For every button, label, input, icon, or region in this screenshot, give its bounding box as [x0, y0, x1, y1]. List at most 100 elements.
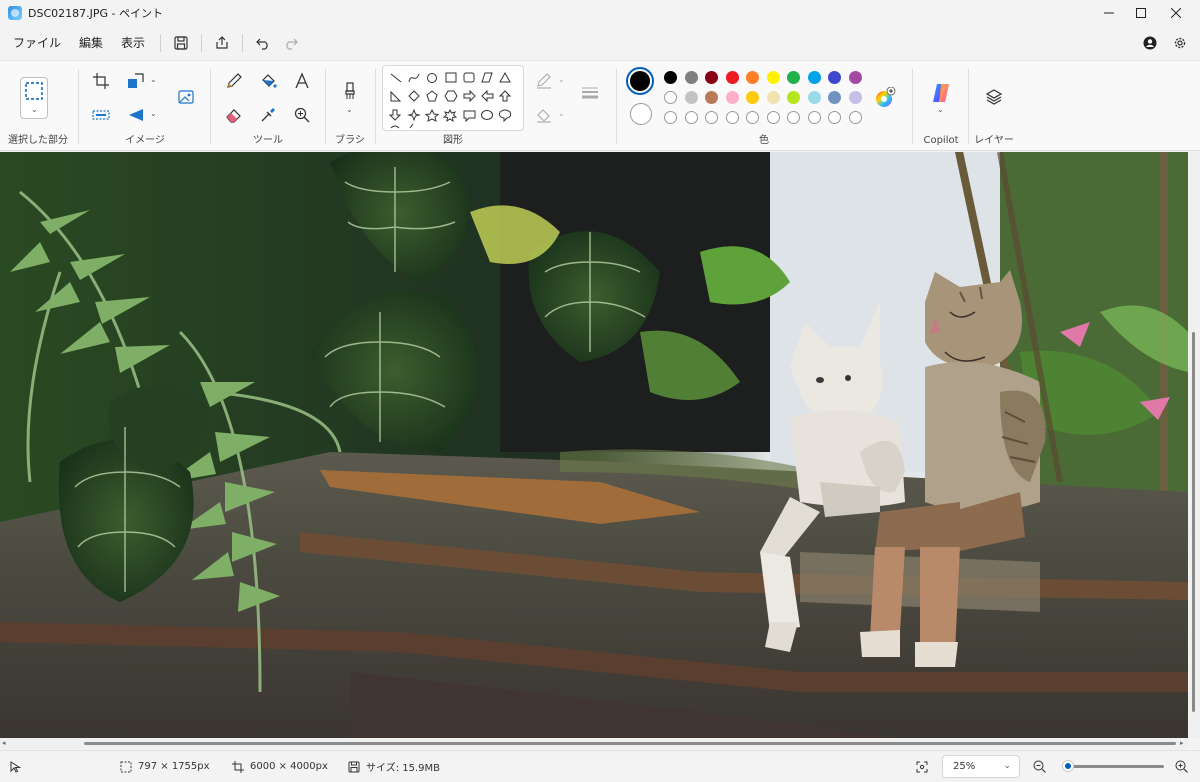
- primary-color-button[interactable]: [626, 67, 654, 95]
- undo-button[interactable]: [249, 30, 277, 56]
- color-swatch[interactable]: [848, 91, 862, 104]
- color-swatch[interactable]: [787, 71, 800, 84]
- custom-color-slot[interactable]: [828, 111, 841, 124]
- menu-separator: [201, 34, 203, 52]
- brushes-button[interactable]: [338, 79, 362, 103]
- zoom-out-button[interactable]: [1033, 751, 1046, 782]
- chevron-down-icon[interactable]: ⌄: [150, 109, 157, 118]
- close-icon: [1171, 8, 1181, 18]
- share-button[interactable]: [208, 30, 236, 56]
- layers-button[interactable]: [982, 85, 1006, 109]
- chevron-down-icon[interactable]: ⌄: [558, 75, 565, 84]
- menu-edit[interactable]: 編集: [70, 30, 112, 56]
- color-wheel-icon: [876, 86, 896, 107]
- chevron-down-icon[interactable]: ⌄: [558, 109, 565, 118]
- edit-colors-button[interactable]: [874, 86, 896, 109]
- crop-button[interactable]: [89, 69, 113, 93]
- custom-color-slot[interactable]: [725, 111, 739, 124]
- color-swatch[interactable]: [705, 91, 718, 104]
- ribbon-divider: [325, 69, 326, 144]
- color-swatch[interactable]: [787, 91, 800, 104]
- custom-color-slot[interactable]: [848, 111, 862, 124]
- color-swatch[interactable]: [746, 91, 759, 104]
- save-button[interactable]: [167, 30, 195, 56]
- brush-icon: [345, 82, 355, 99]
- custom-color-slot[interactable]: [705, 111, 718, 124]
- rotate-button[interactable]: [124, 103, 148, 127]
- zoom-slider[interactable]: [1062, 760, 1164, 772]
- zoom-select[interactable]: 25% ⌄: [942, 755, 1020, 778]
- magnifier-button[interactable]: [290, 103, 314, 127]
- chevron-down-icon: ⌄: [937, 105, 944, 114]
- color-swatch[interactable]: [664, 91, 677, 104]
- shape-outline-button[interactable]: [532, 69, 556, 93]
- account-icon: [1143, 36, 1157, 50]
- pencil-icon: [227, 73, 242, 88]
- vertical-scrollbar[interactable]: [1189, 152, 1200, 738]
- gear-icon: [1174, 37, 1186, 49]
- color-swatch[interactable]: [766, 91, 780, 104]
- close-button[interactable]: [1153, 0, 1199, 26]
- status-bar: 797 × 1755px 6000 × 4000px サイズ: 15.9MB 2…: [0, 750, 1200, 781]
- zoom-slider-thumb[interactable]: [1062, 760, 1074, 772]
- title-bar: DSC02187.JPG - ペイント: [0, 0, 1200, 26]
- remove-background-button[interactable]: [89, 103, 113, 127]
- color-swatch[interactable]: [807, 91, 821, 104]
- copilot-icon: [933, 84, 949, 102]
- custom-color-slot[interactable]: [664, 111, 677, 124]
- text-button[interactable]: [290, 69, 314, 93]
- remove-background-icon: [92, 110, 110, 120]
- image-creator-icon: [178, 90, 194, 104]
- menu-view[interactable]: 表示: [112, 30, 154, 56]
- zoom-in-button[interactable]: [1175, 751, 1188, 782]
- fit-to-window-button[interactable]: [916, 751, 928, 782]
- size-button[interactable]: [578, 81, 602, 105]
- shapes-gallery[interactable]: [382, 65, 524, 131]
- color-swatch[interactable]: [766, 71, 780, 84]
- scroll-right-icon[interactable]: ▸: [1180, 739, 1184, 747]
- image-group-label: イメージ: [125, 135, 165, 146]
- undo-icon: [256, 38, 268, 50]
- layers-group-label: レイヤー: [974, 135, 1014, 146]
- menu-file[interactable]: ファイル: [4, 30, 70, 56]
- scroll-left-icon[interactable]: ◂: [2, 739, 6, 747]
- color-swatch[interactable]: [746, 71, 759, 84]
- copilot-button[interactable]: ⌄: [929, 81, 953, 114]
- vertical-scroll-thumb[interactable]: [1192, 332, 1195, 712]
- image-creator-button[interactable]: [174, 85, 198, 109]
- color-swatch[interactable]: [807, 71, 821, 84]
- color-swatch[interactable]: [828, 91, 841, 104]
- chevron-down-icon[interactable]: ⌄: [346, 105, 353, 114]
- redo-button[interactable]: [277, 30, 305, 56]
- custom-color-slot[interactable]: [807, 111, 821, 124]
- color-swatch[interactable]: [664, 71, 677, 84]
- color-swatch[interactable]: [725, 71, 739, 84]
- color-swatch[interactable]: [725, 91, 739, 104]
- secondary-color-button[interactable]: [630, 103, 652, 125]
- color-swatch[interactable]: [828, 71, 841, 84]
- drawing-canvas[interactable]: [0, 152, 1188, 738]
- account-button[interactable]: [1138, 32, 1162, 54]
- color-swatch[interactable]: [705, 71, 718, 84]
- chevron-down-icon[interactable]: ⌄: [150, 75, 157, 84]
- color-swatch[interactable]: [684, 71, 698, 84]
- color-picker-button[interactable]: [256, 103, 280, 127]
- custom-color-slot[interactable]: [787, 111, 800, 124]
- custom-color-slot[interactable]: [766, 111, 780, 124]
- custom-color-slot[interactable]: [746, 111, 759, 124]
- paint-app-icon: [8, 6, 22, 20]
- custom-color-slot[interactable]: [684, 111, 698, 124]
- eraser-button[interactable]: [222, 103, 246, 127]
- color-swatch[interactable]: [684, 91, 698, 104]
- horizontal-scrollbar[interactable]: ◂ ▸: [0, 738, 1189, 749]
- shape-fill-button[interactable]: [532, 103, 556, 127]
- resize-button[interactable]: [124, 69, 148, 93]
- horizontal-scroll-thumb[interactable]: [84, 742, 1176, 745]
- color-swatch[interactable]: [848, 71, 862, 84]
- select-button[interactable]: ⌄: [20, 77, 48, 119]
- file-size: サイズ: 15.9MB: [348, 751, 440, 782]
- pencil-button[interactable]: [222, 69, 246, 93]
- ribbon-divider: [968, 69, 969, 144]
- settings-button[interactable]: [1168, 32, 1192, 54]
- fill-button[interactable]: [256, 69, 280, 93]
